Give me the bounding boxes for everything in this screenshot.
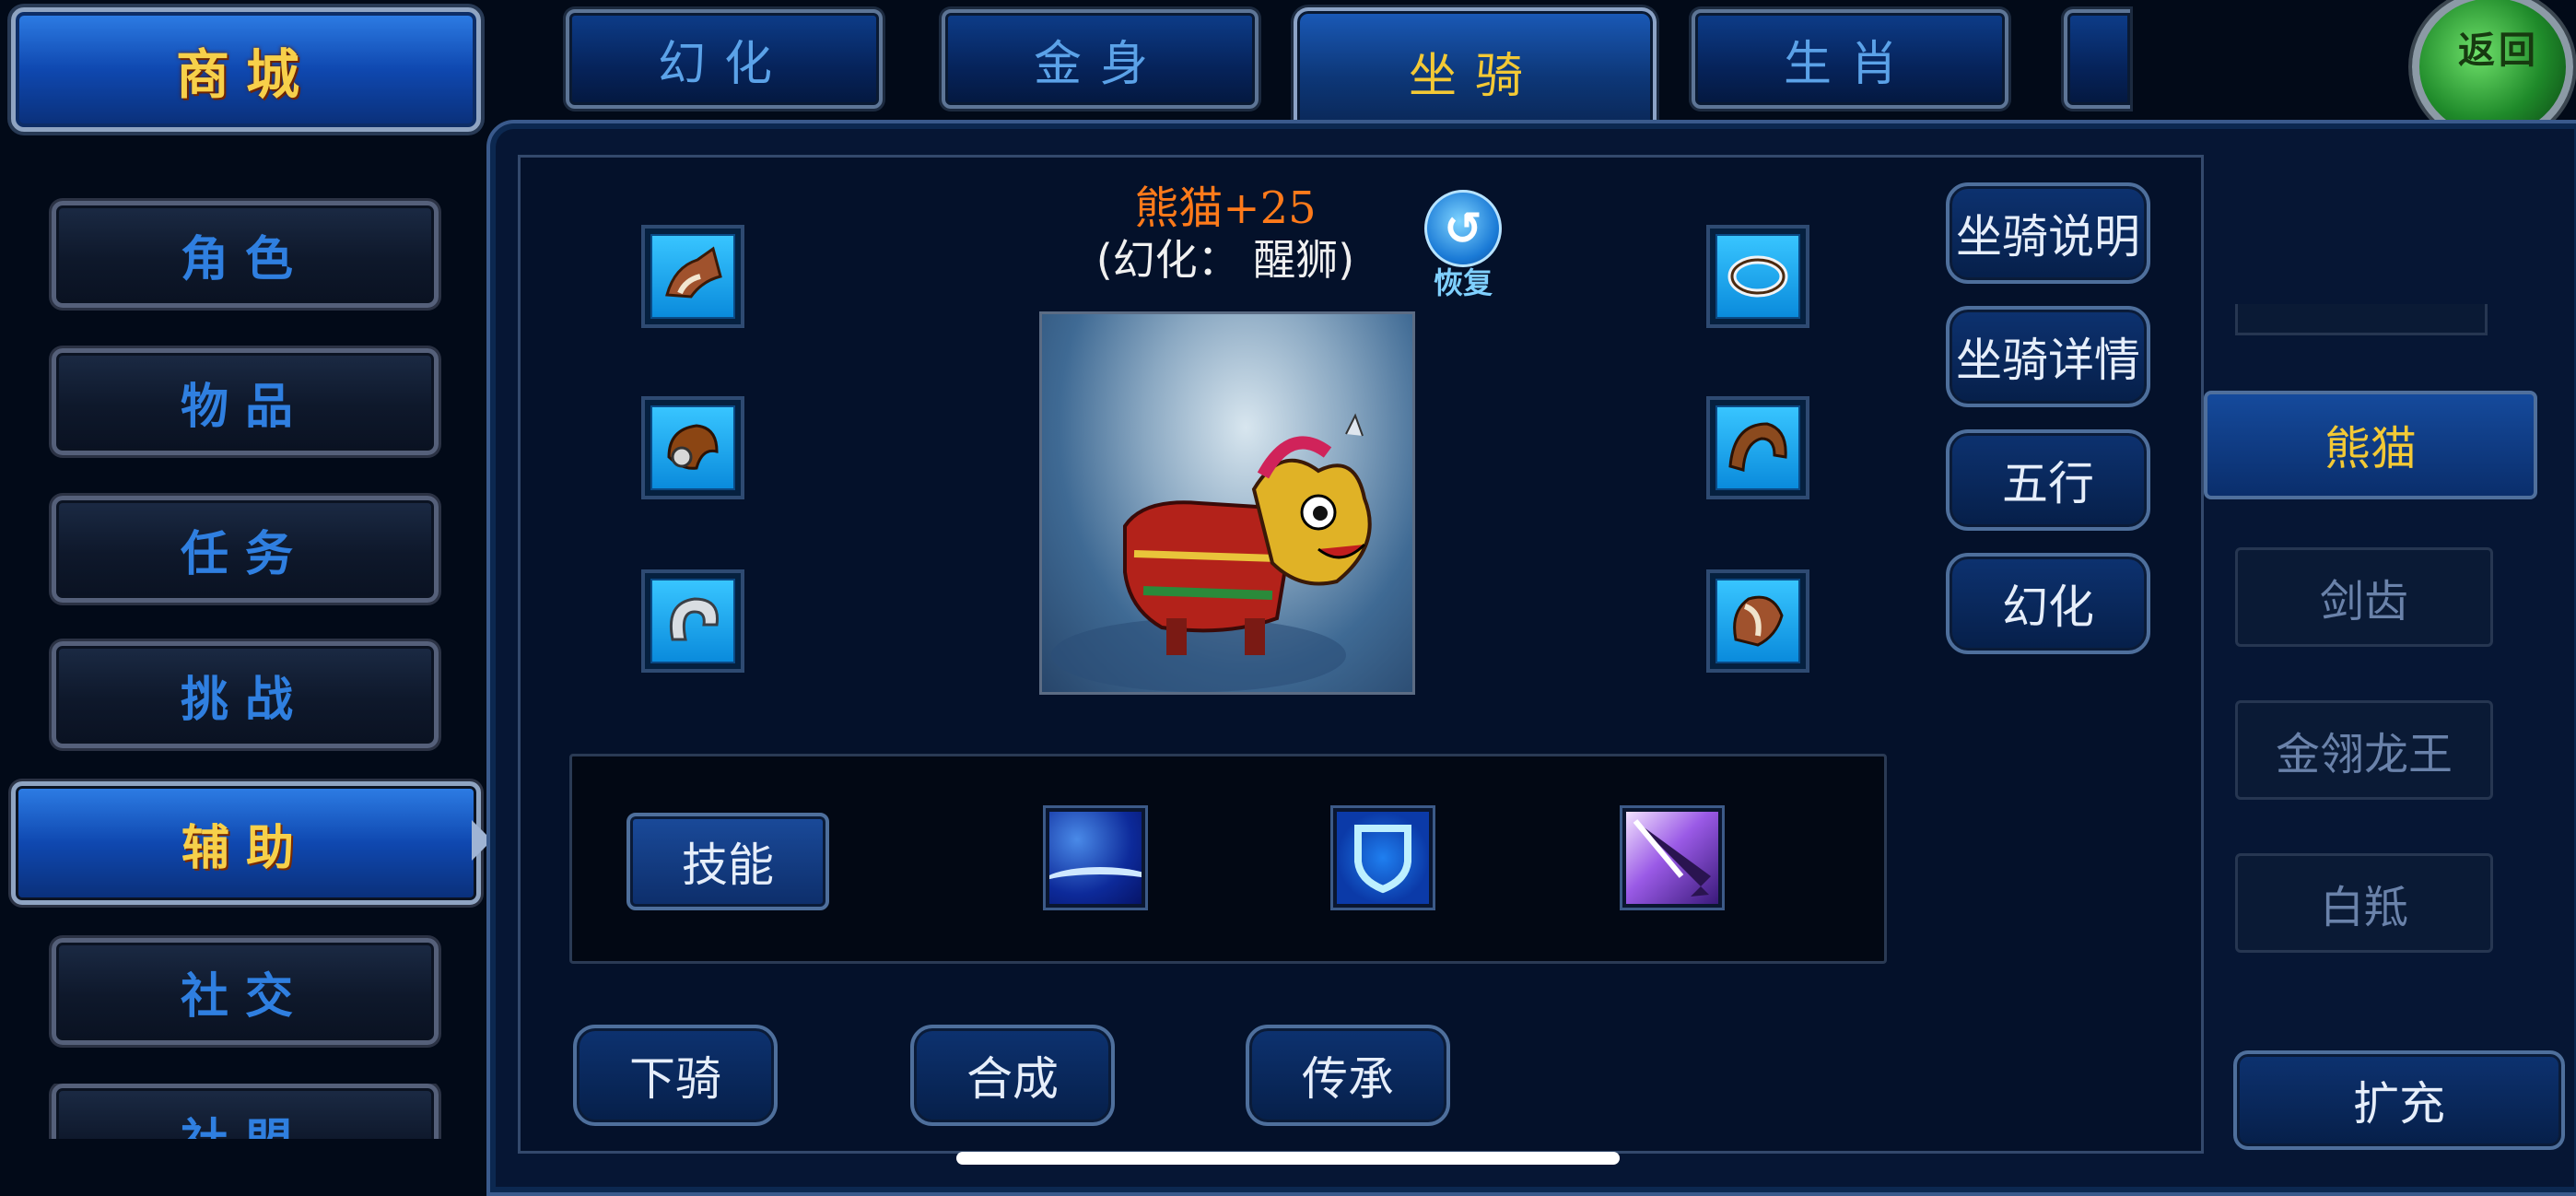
- mount-details-button[interactable]: 坐骑详情: [1946, 306, 2150, 407]
- mount-transform-label: (幻化： 醒狮): [1095, 235, 1355, 285]
- stirrup-icon: [667, 424, 719, 470]
- home-indicator: [956, 1152, 1620, 1165]
- inherit-button[interactable]: 传承: [1246, 1025, 1450, 1126]
- mount-info-button[interactable]: 坐骑说明: [1946, 182, 2150, 284]
- sidebar-item-items[interactable]: 物品: [52, 348, 439, 455]
- equip-slot-right-1[interactable]: [1706, 225, 1809, 328]
- transform-button[interactable]: 幻化: [1946, 553, 2150, 654]
- mount-list-item[interactable]: 金翎龙王: [2235, 700, 2493, 800]
- equip-slot-left-2[interactable]: [641, 396, 744, 499]
- tab-partial[interactable]: [2064, 9, 2130, 109]
- skills-button[interactable]: 技能: [626, 813, 829, 910]
- skill-slot-3[interactable]: [1620, 805, 1725, 910]
- compose-button[interactable]: 合成: [910, 1025, 1115, 1126]
- water-skill-icon: [1049, 812, 1142, 904]
- dismount-button[interactable]: 下骑: [573, 1025, 778, 1126]
- restore-icon: ↺: [1424, 190, 1502, 267]
- restore-button[interactable]: ↺ 恢复: [1421, 190, 1505, 300]
- mount-list-item[interactable]: 剑齿: [2235, 547, 2493, 647]
- five-elements-button[interactable]: 五行: [1946, 429, 2150, 531]
- saddle-icon: [665, 246, 722, 299]
- tab-mount[interactable]: 坐骑: [1294, 7, 1657, 131]
- shield-skill-icon: [1337, 812, 1429, 904]
- mount-list-top-edge: [2235, 304, 2488, 335]
- sidebar-item-social[interactable]: 社交: [52, 938, 439, 1045]
- mount-preview: [1039, 311, 1415, 695]
- sidebar-item-role[interactable]: 角色: [52, 201, 439, 308]
- horseshoe-icon: [669, 597, 719, 641]
- tab-transform[interactable]: 幻化: [566, 9, 883, 109]
- mount-list-item[interactable]: 白羝: [2235, 853, 2493, 953]
- skill-slot-2[interactable]: [1330, 805, 1435, 910]
- mount-list-item-label: 熊猫: [2324, 422, 2417, 475]
- back-button-label: 返回: [2458, 29, 2539, 72]
- sidebar-item-assist[interactable]: 辅助: [11, 781, 481, 905]
- tab-zodiac[interactable]: 生肖: [1692, 9, 2008, 109]
- expand-button[interactable]: 扩充: [2233, 1050, 2565, 1150]
- tab-golden-body[interactable]: 金身: [942, 9, 1259, 109]
- restore-label: 恢复: [1433, 265, 1493, 300]
- sidebar-clip: 社盟: [0, 1084, 479, 1139]
- horn-icon: [1728, 422, 1787, 472]
- equip-slot-left-1[interactable]: [641, 225, 744, 328]
- shop-button[interactable]: 商城: [11, 7, 481, 132]
- equip-slot-right-2[interactable]: [1706, 396, 1809, 499]
- sidebar-item-challenge[interactable]: 挑战: [52, 641, 439, 748]
- equip-slot-right-3[interactable]: [1706, 569, 1809, 673]
- lion-dance-mount-image: [1051, 413, 1372, 692]
- ring-icon: [1727, 255, 1788, 298]
- skill-slot-1[interactable]: [1043, 805, 1148, 910]
- armor-icon: [1733, 595, 1784, 647]
- mount-list-item-selected[interactable]: 熊猫: [2204, 391, 2537, 499]
- sidebar-item-guild[interactable]: 社盟: [52, 1084, 439, 1139]
- sidebar-item-quest[interactable]: 任务: [52, 496, 439, 603]
- arrow-skill-icon: [1626, 812, 1718, 904]
- equip-slot-left-3[interactable]: [641, 569, 744, 673]
